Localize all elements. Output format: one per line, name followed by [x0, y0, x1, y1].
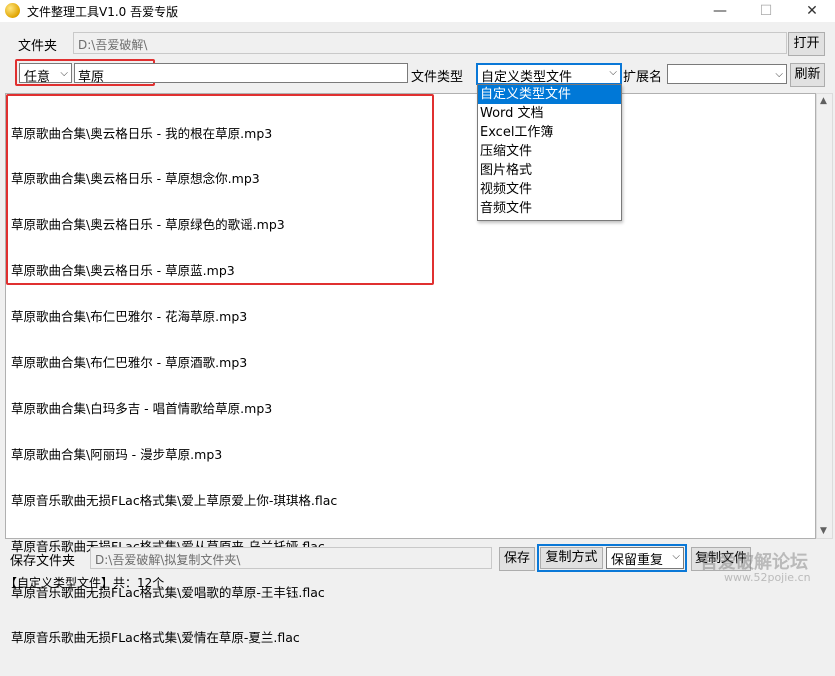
list-item[interactable]: 草原歌曲合集\白玛多吉 - 唱首情歌给草原.mp3: [11, 401, 337, 416]
file-type-label: 文件类型: [411, 70, 464, 85]
dropdown-option[interactable]: 图片格式: [478, 161, 621, 180]
file-type-dropdown: 自定义类型文件 Word 文档 Excel工作簿 压缩文件 图片格式 视频文件 …: [477, 84, 622, 221]
app-logo-icon: [5, 3, 20, 18]
chevron-down-icon: ⌵: [60, 68, 68, 79]
scroll-down-icon[interactable]: ▼: [820, 526, 827, 536]
dropdown-option[interactable]: 自定义类型文件: [478, 85, 621, 104]
dropdown-option[interactable]: Excel工作簿: [478, 123, 621, 142]
scroll-up-icon[interactable]: ▲: [820, 96, 827, 106]
results-highlight: [6, 94, 434, 285]
chevron-down-icon: ⌵: [672, 551, 680, 562]
ext-label: 扩展名: [623, 70, 663, 85]
copy-mode-value: 保留重复: [611, 553, 664, 568]
match-mode-select[interactable]: 任意 ⌵: [19, 63, 72, 85]
save-folder-label: 保存文件夹: [10, 554, 76, 569]
folder-label: 文件夹: [18, 39, 58, 54]
open-button[interactable]: 打开: [788, 32, 825, 56]
copy-mode-select[interactable]: 保留重复 ⌵: [606, 547, 684, 569]
minimize-button[interactable]: —: [697, 0, 743, 22]
list-item[interactable]: 草原歌曲合集\布仁巴雅尔 - 花海草原.mp3: [11, 309, 337, 324]
list-item[interactable]: 草原音乐歌曲无损FLac格式集\爱情在草原-夏兰.flac: [11, 630, 337, 645]
close-button[interactable]: ✕: [789, 0, 835, 22]
ext-select[interactable]: ⌵: [667, 64, 787, 84]
list-item[interactable]: 草原音乐歌曲无损FLac格式集\爱上草原爱上你-琪琪格.flac: [11, 493, 337, 508]
file-type-select[interactable]: 自定义类型文件 ⌵: [476, 63, 622, 85]
copy-mode-label: 复制方式: [540, 547, 603, 569]
dropdown-option[interactable]: 视频文件: [478, 180, 621, 199]
status-bar: 【自定义类型文件】共：12个: [5, 576, 165, 590]
match-mode-value: 任意: [24, 70, 51, 85]
dropdown-option[interactable]: 压缩文件: [478, 142, 621, 161]
vertical-scrollbar[interactable]: ▲ ▼: [816, 93, 833, 539]
folder-path-field[interactable]: D:\吾爱破解\: [73, 32, 787, 54]
keyword-input[interactable]: 草原: [74, 63, 408, 85]
dropdown-option[interactable]: Word 文档: [478, 104, 621, 123]
file-type-value: 自定义类型文件: [481, 70, 573, 85]
list-item[interactable]: 草原歌曲合集\布仁巴雅尔 - 草原酒歌.mp3: [11, 355, 337, 370]
maximize-button[interactable]: ☐: [743, 0, 789, 22]
list-item[interactable]: 草原歌曲合集\阿丽玛 - 漫步草原.mp3: [11, 447, 337, 462]
window-title: 文件整理工具V1.0 吾爱专版: [27, 5, 179, 19]
refresh-button[interactable]: 刷新: [790, 63, 825, 87]
save-button[interactable]: 保存: [499, 547, 535, 571]
dropdown-option[interactable]: 音频文件: [478, 199, 621, 218]
chevron-down-icon: ⌵: [609, 67, 617, 78]
save-folder-path-field[interactable]: D:\吾爱破解\拟复制文件夹\: [90, 547, 492, 569]
chevron-down-icon: ⌵: [775, 69, 783, 80]
